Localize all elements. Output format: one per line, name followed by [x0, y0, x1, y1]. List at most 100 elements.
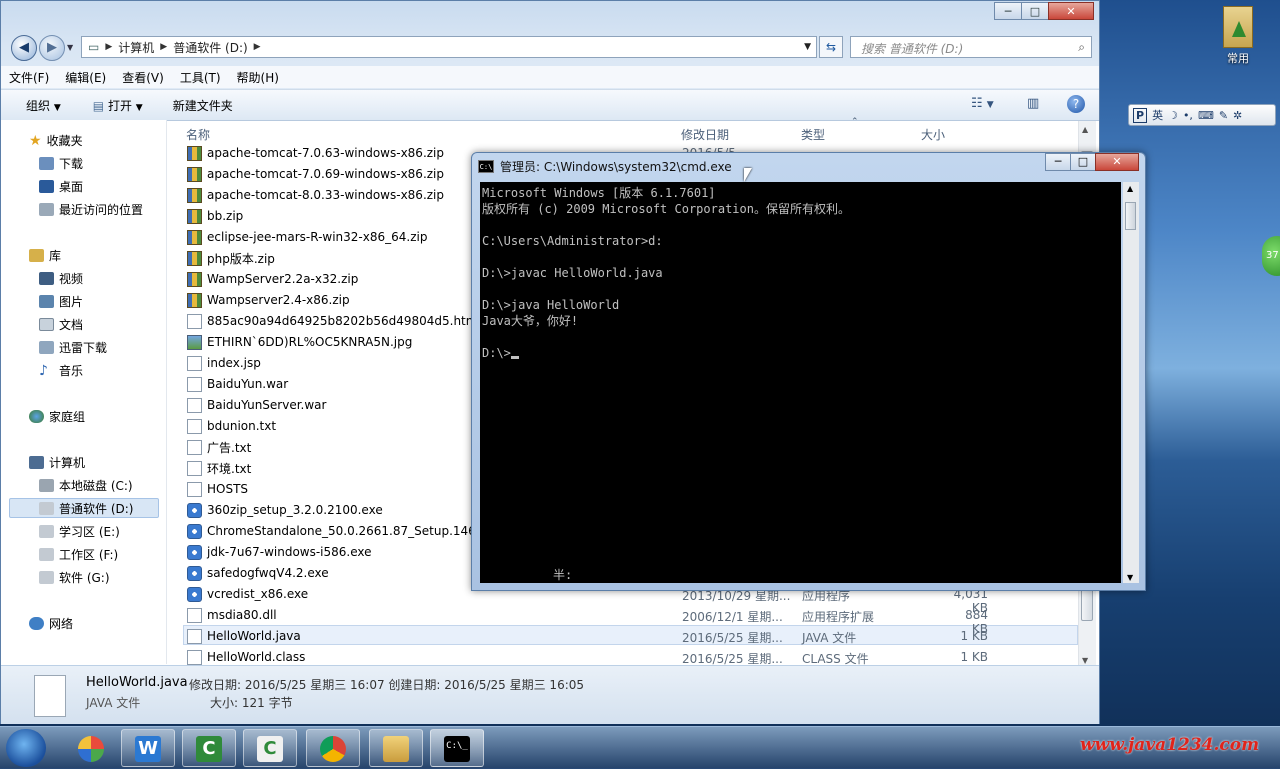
preview-pane-icon[interactable]: ▥ — [1027, 96, 1039, 111]
sidebar-item-videos[interactable]: 视频 — [39, 270, 83, 287]
taskbar-app-word[interactable]: W — [121, 729, 175, 767]
open-button[interactable]: ▤ 打开 ▼ — [75, 97, 157, 114]
floating-badge[interactable]: 37 — [1262, 236, 1280, 276]
breadcrumb-drive[interactable]: 普通软件 (D:) — [167, 39, 253, 56]
file-row[interactable]: bdunion.txt — [187, 416, 276, 436]
scrollbar-thumb[interactable] — [1125, 202, 1136, 230]
file-row[interactable]: Wampserver2.4-x86.zip — [187, 290, 350, 310]
address-dropdown-icon[interactable]: ▼ — [804, 42, 816, 52]
sidebar-item-drive-c[interactable]: 本地磁盘 (C:) — [39, 477, 133, 494]
column-name[interactable]: 名称 — [186, 126, 210, 143]
file-row[interactable]: WampServer2.2a-x32.zip — [187, 269, 358, 289]
maximize-button[interactable]: □ — [1070, 153, 1096, 171]
settings-icon[interactable]: ✲ — [1233, 109, 1242, 122]
maximize-button[interactable]: □ — [1021, 2, 1049, 20]
scroll-down-icon[interactable]: ▼ — [1082, 656, 1088, 665]
sidebar-item-music[interactable]: ♪ 音乐 — [39, 362, 83, 379]
sidebar-item-drive-e[interactable]: 学习区 (E:) — [39, 523, 120, 540]
breadcrumb-computer[interactable]: 计算机 — [112, 39, 160, 56]
sidebar-network[interactable]: 网络 — [29, 615, 73, 632]
sidebar-item-drive-f[interactable]: 工作区 (F:) — [39, 546, 118, 563]
minimize-button[interactable]: ─ — [1045, 153, 1071, 171]
address-bar[interactable]: ▭ ▶ 计算机 ▶ 普通软件 (D:) ▶ ▼ — [81, 36, 817, 58]
taskbar-app-cmd[interactable]: C:\_ — [430, 729, 484, 767]
taskbar-app-explorer[interactable] — [369, 729, 423, 767]
file-row[interactable]: bb.zip — [187, 206, 243, 226]
menu-help[interactable]: 帮助(H) — [229, 69, 287, 86]
file-row[interactable]: 360zip_setup_3.2.0.2100.exe — [187, 500, 383, 520]
file-row[interactable]: apache-tomcat-7.0.63-windows-x86.zip — [187, 143, 444, 163]
file-row[interactable]: HelloWorld.java — [187, 626, 301, 646]
menu-edit[interactable]: 编辑(E) — [57, 69, 114, 86]
desktop-shortcut-common[interactable]: 常用 — [1212, 6, 1264, 66]
taskbar-app-photos[interactable] — [64, 729, 118, 767]
view-options-icon[interactable]: ☷ ▼ — [971, 96, 994, 111]
refresh-button[interactable]: ⇆ — [819, 36, 843, 58]
file-row[interactable]: BaiduYun.war — [187, 374, 288, 394]
scroll-down-icon[interactable]: ▼ — [1127, 573, 1133, 582]
taskbar-app-chrome[interactable] — [306, 729, 360, 767]
file-row[interactable]: index.jsp — [187, 353, 261, 373]
search-icon[interactable]: ⌕ — [1078, 40, 1085, 55]
sidebar-item-recent[interactable]: 最近访问的位置 — [39, 201, 143, 218]
file-row[interactable]: ETHIRN`6DD)RL%OC5KNRA5N.jpg — [187, 332, 412, 352]
menu-tools[interactable]: 工具(T) — [172, 69, 229, 86]
back-button[interactable]: ◀ — [11, 35, 37, 61]
start-button[interactable] — [6, 729, 46, 767]
sidebar-item-drive-d[interactable]: 普通软件 (D:) — [9, 498, 159, 518]
column-modified[interactable]: 修改日期 — [681, 126, 729, 143]
help-icon[interactable]: ? — [1067, 95, 1085, 113]
sidebar-favorites[interactable]: ★ 收藏夹 — [29, 132, 83, 149]
file-row[interactable]: ChromeStandalone_50.0.2661.87_Setup.1461… — [187, 521, 491, 541]
file-row[interactable]: apache-tomcat-7.0.69-windows-x86.zip — [187, 164, 444, 184]
menu-view[interactable]: 查看(V) — [114, 69, 172, 86]
file-row[interactable]: safedogfwqV4.2.exe — [187, 563, 329, 583]
file-row[interactable]: msdia80.dll — [187, 605, 277, 625]
sidebar-item-pictures[interactable]: 图片 — [39, 293, 83, 310]
file-row[interactable]: HOSTS — [187, 479, 248, 499]
console-output[interactable]: Microsoft Windows [版本 6.1.7601] 版权所有 (c) … — [480, 182, 1121, 583]
search-input[interactable]: 搜索 普通软件 (D:) ⌕ — [850, 36, 1092, 58]
tools-icon[interactable]: ✎ — [1219, 109, 1228, 122]
menu-file[interactable]: 文件(F) — [1, 69, 57, 86]
breadcrumb-separator-icon[interactable]: ▶ — [254, 42, 261, 52]
file-row[interactable]: 环境.txt — [187, 458, 251, 478]
file-row[interactable]: HelloWorld.class — [187, 647, 305, 667]
cmd-scrollbar[interactable]: ▲ ▼ — [1123, 182, 1139, 583]
punctuation-icon[interactable]: •, — [1183, 109, 1193, 122]
cmd-window[interactable]: C:\ 管理员: C:\Windows\system32\cmd.exe ─ □… — [471, 152, 1146, 591]
file-row[interactable]: eclipse-jee-mars-R-win32-x86_64.zip — [187, 227, 427, 247]
forward-button[interactable]: ▶ — [39, 35, 65, 61]
keyboard-icon[interactable]: ⌨ — [1198, 109, 1214, 122]
ime-mode[interactable]: 英 — [1152, 107, 1163, 123]
sidebar-computer[interactable]: 计算机 — [29, 454, 85, 471]
close-button[interactable]: ✕ — [1048, 2, 1094, 20]
file-row[interactable]: jdk-7u67-windows-i586.exe — [187, 542, 372, 562]
cmd-titlebar[interactable]: C:\ 管理员: C:\Windows\system32\cmd.exe — [478, 158, 732, 175]
organize-button[interactable]: 组织 ▼ — [1, 97, 75, 114]
sidebar-item-documents[interactable]: 文档 — [39, 316, 83, 333]
sidebar-item-desktop[interactable]: 桌面 — [39, 178, 83, 195]
column-size[interactable]: 大小 — [921, 126, 945, 143]
taskbar-app-camtasia-recorder[interactable]: C — [243, 729, 297, 767]
breadcrumb-separator-icon[interactable]: ▶ — [160, 42, 167, 52]
sidebar-item-thunder-downloads[interactable]: 迅雷下载 — [39, 339, 107, 356]
new-folder-button[interactable]: 新建文件夹 — [157, 97, 247, 114]
file-row[interactable]: 广告.txt — [187, 437, 251, 457]
column-type[interactable]: 类型 — [801, 126, 825, 143]
sidebar-item-downloads[interactable]: 下载 — [39, 155, 83, 172]
moon-icon[interactable]: ☽ — [1168, 109, 1178, 122]
ime-language-bar[interactable]: P 英 ☽ •, ⌨ ✎ ✲ — [1128, 104, 1276, 126]
file-row[interactable]: vcredist_x86.exe — [187, 584, 308, 604]
close-button[interactable]: ✕ — [1095, 153, 1139, 171]
sidebar-item-drive-g[interactable]: 软件 (G:) — [39, 569, 110, 586]
sidebar-libraries[interactable]: 库 — [29, 247, 61, 264]
sidebar-homegroup[interactable]: 家庭组 — [29, 408, 85, 425]
scroll-up-icon[interactable]: ▲ — [1127, 184, 1133, 193]
recent-pages-dropdown-icon[interactable]: ▼ — [67, 43, 73, 52]
scroll-up-icon[interactable]: ▲ — [1082, 125, 1088, 134]
file-row[interactable]: 885ac90a94d64925b8202b56d49804d5.html — [187, 311, 481, 331]
file-row[interactable]: apache-tomcat-8.0.33-windows-x86.zip — [187, 185, 444, 205]
file-row[interactable]: BaiduYunServer.war — [187, 395, 326, 415]
file-row[interactable]: php版本.zip — [187, 248, 275, 268]
